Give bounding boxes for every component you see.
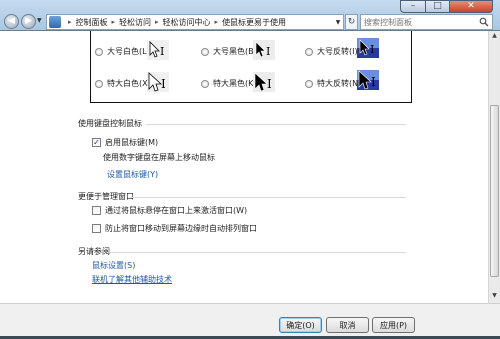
section-title-window: 更便于管理窗口 xyxy=(78,192,134,201)
radio-button[interactable] xyxy=(95,79,103,88)
scheme-label: 大号反转(I) xyxy=(317,47,358,56)
enable-mouse-keys-row[interactable]: ✓ 启用鼠标键(M) xyxy=(92,137,158,148)
learn-assistive-tech-link[interactable]: 联机了解其他辅助技术 xyxy=(92,274,172,285)
extra-large-inverted-pointer-preview-icon: I xyxy=(357,70,379,90)
breadcrumb-separator-icon: ▸ xyxy=(111,18,116,26)
dialog-button-bar: 确定(O) 取消 应用(P) xyxy=(0,303,500,339)
address-bar[interactable]: ▸ 控制面板 ▸ 轻松访问 ▸ 轻松访问中心 ▸ 使鼠标更易于使用 ▼ xyxy=(46,14,344,30)
radio-button[interactable] xyxy=(201,79,209,88)
scheme-large-white[interactable]: 大号白色(L) xyxy=(95,46,150,57)
cancel-button[interactable]: 取消 xyxy=(326,317,369,333)
svg-text:I: I xyxy=(267,77,272,91)
radio-button[interactable] xyxy=(95,47,103,56)
section-title-see-also: 另请参阅 xyxy=(78,247,110,256)
scroll-up-icon[interactable]: ▲ xyxy=(490,32,499,42)
title-bar: – □ ✕ ◀ ▶ ▼ ▸ 控制面板 ▸ 轻松访问 ▸ 轻松访问中心 ▸ 使鼠标… xyxy=(0,0,500,30)
radio-button[interactable] xyxy=(201,47,209,56)
large-white-pointer-preview-icon: I xyxy=(147,40,169,60)
svg-text:I: I xyxy=(266,45,270,58)
maximize-button[interactable]: □ xyxy=(425,0,450,13)
apply-button[interactable]: 应用(P) xyxy=(372,317,415,333)
section-divider xyxy=(130,197,406,198)
breadcrumb-separator-icon: ▸ xyxy=(68,18,72,26)
breadcrumb-current-page[interactable]: 使鼠标更易于使用 xyxy=(222,17,286,28)
extra-large-white-pointer-preview-icon: I xyxy=(147,72,169,92)
activate-window-hover-checkbox[interactable] xyxy=(92,206,101,215)
section-title-keyboard: 使用键盘控制鼠标 xyxy=(78,119,142,128)
scheme-label: 特大反转(N) xyxy=(317,79,362,88)
large-inverted-pointer-preview-icon: I xyxy=(357,38,379,58)
close-button[interactable]: ✕ xyxy=(449,0,493,13)
setup-mouse-keys-link[interactable]: 设置鼠标键(Y) xyxy=(107,169,158,180)
activate-window-hover-row[interactable]: 通过将鼠标悬停在窗口上来激活窗口(W) xyxy=(92,205,247,216)
scheme-label: 特大黑色(K) xyxy=(213,79,257,88)
svg-text:I: I xyxy=(371,75,376,89)
scheme-label: 大号黑色(B) xyxy=(213,47,257,56)
extra-large-black-pointer-preview-icon: I xyxy=(253,72,275,92)
scheme-extra-large-inverted[interactable]: 特大反转(N) xyxy=(305,78,361,89)
scroll-down-icon[interactable]: ▼ xyxy=(490,292,499,302)
radio-button[interactable] xyxy=(305,47,313,56)
refresh-button[interactable]: ↻ xyxy=(345,14,358,30)
breadcrumb-ease-of-access-center[interactable]: 轻松访问中心 xyxy=(163,17,211,28)
scheme-large-black[interactable]: 大号黑色(B) xyxy=(201,46,257,57)
breadcrumb-control-panel[interactable]: 控制面板 xyxy=(76,17,108,28)
search-input[interactable] xyxy=(361,16,479,28)
breadcrumb-separator-icon: ▸ xyxy=(214,18,219,26)
forward-button[interactable]: ▶ xyxy=(21,14,36,29)
pointer-scheme-box: 大号白色(L) I 大号黑色(B) I 大号反转(I) I 特大白色(X) I xyxy=(90,31,412,103)
scrollbar-thumb[interactable] xyxy=(490,105,499,277)
back-button[interactable]: ◀ xyxy=(4,14,19,29)
scheme-extra-large-white[interactable]: 特大白色(X) xyxy=(95,78,151,89)
back-arrow-icon: ◀ xyxy=(8,16,15,26)
breadcrumb-ease-of-access[interactable]: 轻松访问 xyxy=(119,17,151,28)
enable-mouse-keys-label: 启用鼠标键(M) xyxy=(105,138,159,147)
prevent-auto-arrange-row[interactable]: 防止将窗口移动到屏幕边缘时自动排列窗口 xyxy=(92,223,257,234)
scheme-label: 大号白色(L) xyxy=(107,47,150,56)
minimize-button[interactable]: – xyxy=(400,0,426,13)
scheme-label: 特大白色(X) xyxy=(107,79,151,88)
recent-pages-dropdown-icon[interactable]: ▼ xyxy=(37,17,44,27)
section-divider xyxy=(110,252,406,253)
refresh-icon: ↻ xyxy=(347,17,356,27)
forward-arrow-icon: ▶ xyxy=(25,16,32,26)
radio-button[interactable] xyxy=(305,79,313,88)
svg-text:I: I xyxy=(161,77,166,91)
activate-window-hover-label: 通过将鼠标悬停在窗口上来激活窗口(W) xyxy=(105,206,248,215)
ok-button[interactable]: 确定(O) xyxy=(279,317,322,333)
content-pane: 大号白色(L) I 大号黑色(B) I 大号反转(I) I 特大白色(X) I xyxy=(0,31,488,303)
enable-mouse-keys-checkbox[interactable]: ✓ xyxy=(92,138,101,147)
breadcrumb-separator-icon: ▸ xyxy=(155,18,159,26)
section-divider xyxy=(146,124,406,125)
prevent-auto-arrange-checkbox[interactable] xyxy=(92,224,101,233)
search-icon[interactable] xyxy=(479,17,489,27)
address-dropdown-icon[interactable]: ▼ xyxy=(333,19,343,26)
svg-text:I: I xyxy=(370,43,374,56)
svg-text:I: I xyxy=(160,45,164,58)
scheme-large-inverted[interactable]: 大号反转(I) xyxy=(305,46,358,57)
control-panel-icon xyxy=(49,16,61,28)
large-black-pointer-preview-icon: I xyxy=(253,40,275,60)
prevent-auto-arrange-label: 防止将窗口移动到屏幕边缘时自动排列窗口 xyxy=(105,224,257,233)
search-box[interactable] xyxy=(360,14,493,30)
mouse-settings-link[interactable]: 鼠标设置(S) xyxy=(92,260,135,271)
vertical-scrollbar[interactable]: ▲ ▼ xyxy=(488,31,500,303)
scheme-extra-large-black[interactable]: 特大黑色(K) xyxy=(201,78,257,89)
mouse-keys-hint: 使用数字键盘在屏幕上移动鼠标 xyxy=(103,153,215,162)
